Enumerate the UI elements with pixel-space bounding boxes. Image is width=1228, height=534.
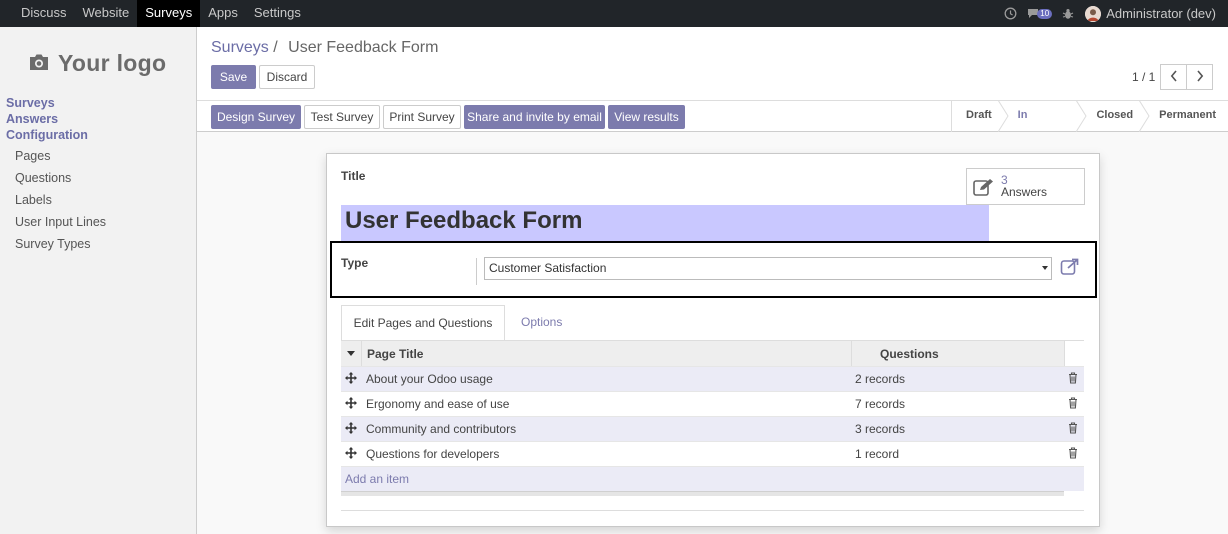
row-page-title: Ergonomy and ease of use [366, 397, 510, 411]
stage-permanent[interactable]: Permanent [1145, 100, 1228, 132]
title-field[interactable]: User Feedback Form [341, 205, 989, 241]
answers-label: Answers [1001, 185, 1048, 199]
breadcrumb-surveys[interactable]: Surveys [211, 39, 269, 56]
pages-table: Page Title Questions About your Odoo usa… [341, 340, 1084, 496]
row-questions-count: 1 record [855, 447, 900, 461]
row-questions-count: 2 records [855, 372, 906, 386]
activity-clock-icon[interactable] [1004, 7, 1017, 20]
form-sheet: Title 3 Answers User Feedback Form Type … [326, 153, 1100, 527]
logo-text: Your logo [58, 50, 167, 76]
trash-icon[interactable] [1068, 372, 1078, 387]
table-row[interactable]: Questions for developers 1 record [341, 441, 1084, 466]
camera-icon [28, 53, 50, 74]
sort-caret-down-icon[interactable] [341, 341, 362, 367]
sidebar-item-configuration[interactable]: Configuration [6, 128, 88, 142]
pager-next-button[interactable] [1186, 64, 1213, 90]
row-page-title: Questions for developers [366, 447, 500, 461]
pager-value[interactable]: 1 / 1 [1132, 70, 1155, 84]
trash-icon[interactable] [1068, 397, 1078, 412]
design-survey-button[interactable]: Design Survey [211, 105, 301, 129]
top-navbar: Discuss Website Surveys Apps Settings 10… [0, 0, 1228, 27]
messages-icon[interactable]: 10 [1027, 8, 1053, 19]
sheet-bottom-divider [341, 510, 1084, 511]
row-page-title: Community and contributors [366, 422, 517, 436]
menu-apps[interactable]: Apps [200, 0, 246, 27]
breadcrumb-separator: / [273, 39, 278, 56]
stage-in-progress[interactable]: In progress [1004, 100, 1088, 151]
sidebar-item-questions[interactable]: Questions [15, 171, 71, 185]
stage-closed[interactable]: Closed [1082, 100, 1150, 132]
sidebar-item-pages[interactable]: Pages [15, 149, 50, 163]
stage-draft[interactable]: Draft [952, 100, 1009, 132]
menu-settings[interactable]: Settings [246, 0, 309, 27]
table-row[interactable]: Community and contributors 3 records [341, 416, 1084, 441]
view-results-button[interactable]: View results [608, 105, 685, 129]
tab-options[interactable]: Options [521, 305, 562, 341]
breadcrumb-current: User Feedback Form [288, 39, 439, 56]
save-button[interactable]: Save [211, 65, 256, 89]
sidebar-item-survey-types[interactable]: Survey Types [15, 237, 91, 251]
type-select[interactable]: Customer Satisfaction [484, 257, 1052, 280]
add-row: Add an item [341, 466, 1084, 491]
type-select-value: Customer Satisfaction [489, 261, 607, 275]
menu-surveys[interactable]: Surveys [137, 0, 201, 27]
sidebar-item-labels[interactable]: Labels [15, 193, 52, 207]
sidebar-item-user-input-lines[interactable]: User Input Lines [15, 215, 106, 229]
user-name: Administrator (dev) [1106, 6, 1216, 21]
form-view: Title 3 Answers User Feedback Form Type … [197, 132, 1228, 534]
pager-previous-button[interactable] [1160, 64, 1187, 90]
table-header: Page Title Questions [341, 340, 1084, 367]
test-survey-button[interactable]: Test Survey [304, 105, 380, 129]
column-questions[interactable]: Questions [880, 347, 939, 361]
menu-website[interactable]: Website [75, 0, 138, 27]
edit-square-icon [973, 178, 995, 196]
notebook-tabs: Edit Pages and Questions Options [341, 305, 1084, 341]
add-item-link[interactable]: Add an item [345, 472, 409, 486]
status-bar: Draft In progress Closed Permanent [951, 100, 1228, 151]
chevron-right-icon [1196, 69, 1204, 85]
table-row[interactable]: Ergonomy and ease of use 7 records [341, 391, 1084, 416]
table-row[interactable]: About your Odoo usage 2 records [341, 366, 1084, 391]
tab-edit-pages[interactable]: Edit Pages and Questions [341, 305, 505, 341]
sidebar: Your logo Surveys Answers Configuration … [0, 27, 197, 534]
title-label: Title [341, 169, 366, 183]
company-logo: Your logo [28, 50, 166, 77]
drag-handle-icon[interactable] [345, 447, 357, 462]
systray: 10 Administrator (dev) [999, 0, 1228, 27]
sidebar-item-surveys[interactable]: Surveys [6, 96, 55, 110]
answers-stat-button[interactable]: 3 Answers [966, 168, 1085, 205]
column-page-title[interactable]: Page Title [367, 347, 423, 361]
discard-button[interactable]: Discard [259, 65, 315, 89]
drag-handle-icon[interactable] [345, 422, 357, 437]
share-invite-button[interactable]: Share and invite by email [464, 105, 605, 129]
trash-icon[interactable] [1068, 447, 1078, 462]
drag-handle-icon[interactable] [345, 397, 357, 412]
print-survey-button[interactable]: Print Survey [383, 105, 461, 129]
caret-down-icon [1042, 266, 1048, 270]
row-questions-count: 3 records [855, 422, 906, 436]
menu-discuss[interactable]: Discuss [13, 0, 75, 27]
row-page-title: About your Odoo usage [366, 372, 493, 386]
avatar [1085, 5, 1102, 22]
horizontal-scrollbar[interactable] [341, 491, 1064, 496]
control-panel: Surveys / User Feedback Form Save Discar… [197, 27, 1228, 151]
sidebar-item-answers[interactable]: Answers [6, 112, 58, 126]
drag-handle-icon[interactable] [345, 372, 357, 387]
header-padding [1065, 341, 1084, 367]
trash-icon[interactable] [1068, 422, 1078, 437]
column-divider [851, 341, 852, 367]
user-menu[interactable]: Administrator (dev) [1079, 5, 1228, 22]
external-link-icon[interactable] [1060, 258, 1080, 279]
message-count-badge: 10 [1037, 8, 1053, 19]
row-questions-count: 7 records [855, 397, 906, 411]
chevron-left-icon [1170, 69, 1178, 85]
app-menu: Discuss Website Surveys Apps Settings [0, 0, 309, 27]
breadcrumb: Surveys / User Feedback Form [211, 39, 438, 57]
type-label: Type [341, 256, 369, 270]
field-divider [476, 258, 477, 285]
debug-bug-icon[interactable] [1062, 8, 1074, 20]
